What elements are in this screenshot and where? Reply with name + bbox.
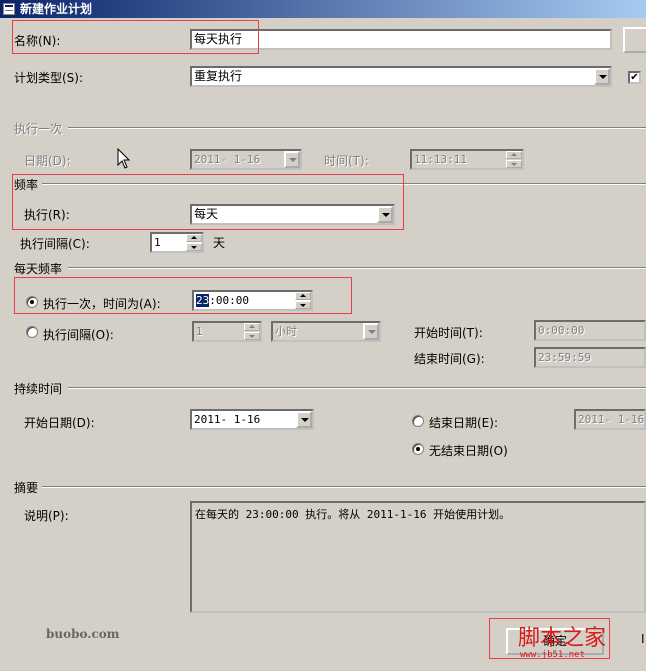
start-time-label: 开始时间(T):: [414, 326, 483, 340]
once-date-label: 日期(D):: [24, 154, 71, 168]
summary-group: 摘要: [14, 479, 646, 495]
enabled-checkbox[interactable]: ✔: [628, 71, 641, 84]
highlight-daily: [14, 277, 352, 314]
chevron-down-icon[interactable]: [284, 151, 300, 168]
spin-down-icon[interactable]: [244, 332, 260, 340]
highlight-name: [12, 20, 259, 54]
schedule-type-label: 计划类型(S):: [14, 71, 84, 85]
recurs-value: 1: [154, 236, 161, 249]
recurs-label: 执行间隔(C):: [20, 237, 90, 251]
once-time-spinner[interactable]: [506, 151, 522, 168]
duration-group-label: 持续时间: [14, 382, 63, 396]
window-title: 新建作业计划: [20, 2, 93, 16]
side-button[interactable]: [623, 27, 646, 53]
title-bar: 新建作业计划: [0, 0, 646, 18]
duration-group-line: [68, 387, 646, 389]
once-time-value: 11:13:11: [414, 153, 467, 166]
start-date-value: 2011- 1-16: [194, 413, 261, 426]
daily-every-spinner[interactable]: [244, 323, 260, 340]
schedule-type-select[interactable]: 重复执行: [190, 66, 612, 87]
summary-group-label: 摘要: [14, 481, 39, 495]
spin-up-icon[interactable]: [506, 151, 522, 159]
watermark-right: 脚本之家: [518, 626, 607, 651]
spin-up-icon[interactable]: [186, 234, 202, 242]
spin-down-icon[interactable]: [506, 160, 522, 168]
daily-every-unit: 小时: [275, 325, 297, 338]
end-date-label[interactable]: 结束日期(E):: [429, 414, 498, 431]
start-date-label: 开始日期(D):: [24, 416, 95, 430]
window-icon: [3, 3, 15, 15]
no-end-date-label[interactable]: 无结束日期(O): [429, 442, 508, 459]
chevron-down-icon[interactable]: [594, 68, 610, 85]
spin-down-icon[interactable]: [186, 243, 202, 251]
once-group-label: 执行一次: [14, 122, 63, 136]
mouse-cursor-icon: [117, 148, 131, 169]
next-button-partial-label[interactable]: I: [641, 632, 645, 646]
daily-group: 每天频率: [14, 260, 646, 276]
start-time-input[interactable]: 0:00:00: [534, 320, 646, 341]
start-time-value: 0:00:00: [538, 324, 585, 337]
once-date-picker[interactable]: 2011- 1-16: [190, 149, 302, 170]
watermark-left: buobo.com: [46, 627, 120, 641]
once-date-value: 2011- 1-16: [194, 153, 261, 166]
recurs-spinner[interactable]: [186, 234, 202, 251]
daily-every-value: 1: [196, 325, 203, 338]
schedule-type-value: 重复执行: [194, 69, 243, 83]
chevron-down-icon[interactable]: [363, 323, 379, 340]
no-end-date-radio[interactable]: [412, 443, 424, 455]
end-date-radio[interactable]: [412, 415, 424, 427]
daily-every-radio[interactable]: [26, 326, 38, 338]
end-time-input[interactable]: 23:59:59: [534, 347, 646, 368]
start-date-picker[interactable]: 2011- 1-16: [190, 409, 314, 430]
daily-every-label[interactable]: 执行间隔(O):: [43, 326, 114, 343]
spin-up-icon[interactable]: [244, 323, 260, 331]
daily-every-unit-select[interactable]: 小时: [271, 321, 381, 342]
once-time-input[interactable]: 11:13:11: [410, 149, 524, 170]
highlight-frequency: [12, 174, 404, 230]
daily-group-label: 每天频率: [14, 262, 63, 276]
watermark-right-url: www.jb51.net: [520, 650, 586, 660]
description-label: 说明(P):: [24, 509, 69, 523]
once-time-label: 时间(T):: [324, 154, 369, 168]
recurs-input[interactable]: 1: [150, 232, 204, 253]
once-group: 执行一次: [14, 120, 646, 136]
duration-group: 持续时间: [14, 380, 646, 396]
end-time-label: 结束时间(G):: [414, 352, 485, 366]
end-time-value: 23:59:59: [538, 351, 591, 364]
daily-every-input[interactable]: 1: [192, 321, 262, 342]
recurs-unit: 天: [213, 236, 226, 250]
chevron-down-icon[interactable]: [296, 411, 312, 428]
daily-group-line: [68, 267, 646, 269]
summary-group-line: [42, 486, 646, 488]
end-date-picker[interactable]: 2011- 1-16: [574, 409, 646, 430]
once-group-line: [68, 127, 646, 129]
end-date-value: 2011- 1-16: [578, 413, 645, 426]
description-text: 在每天的 23:00:00 执行。将从 2011-1-16 开始使用计划。: [190, 501, 646, 613]
